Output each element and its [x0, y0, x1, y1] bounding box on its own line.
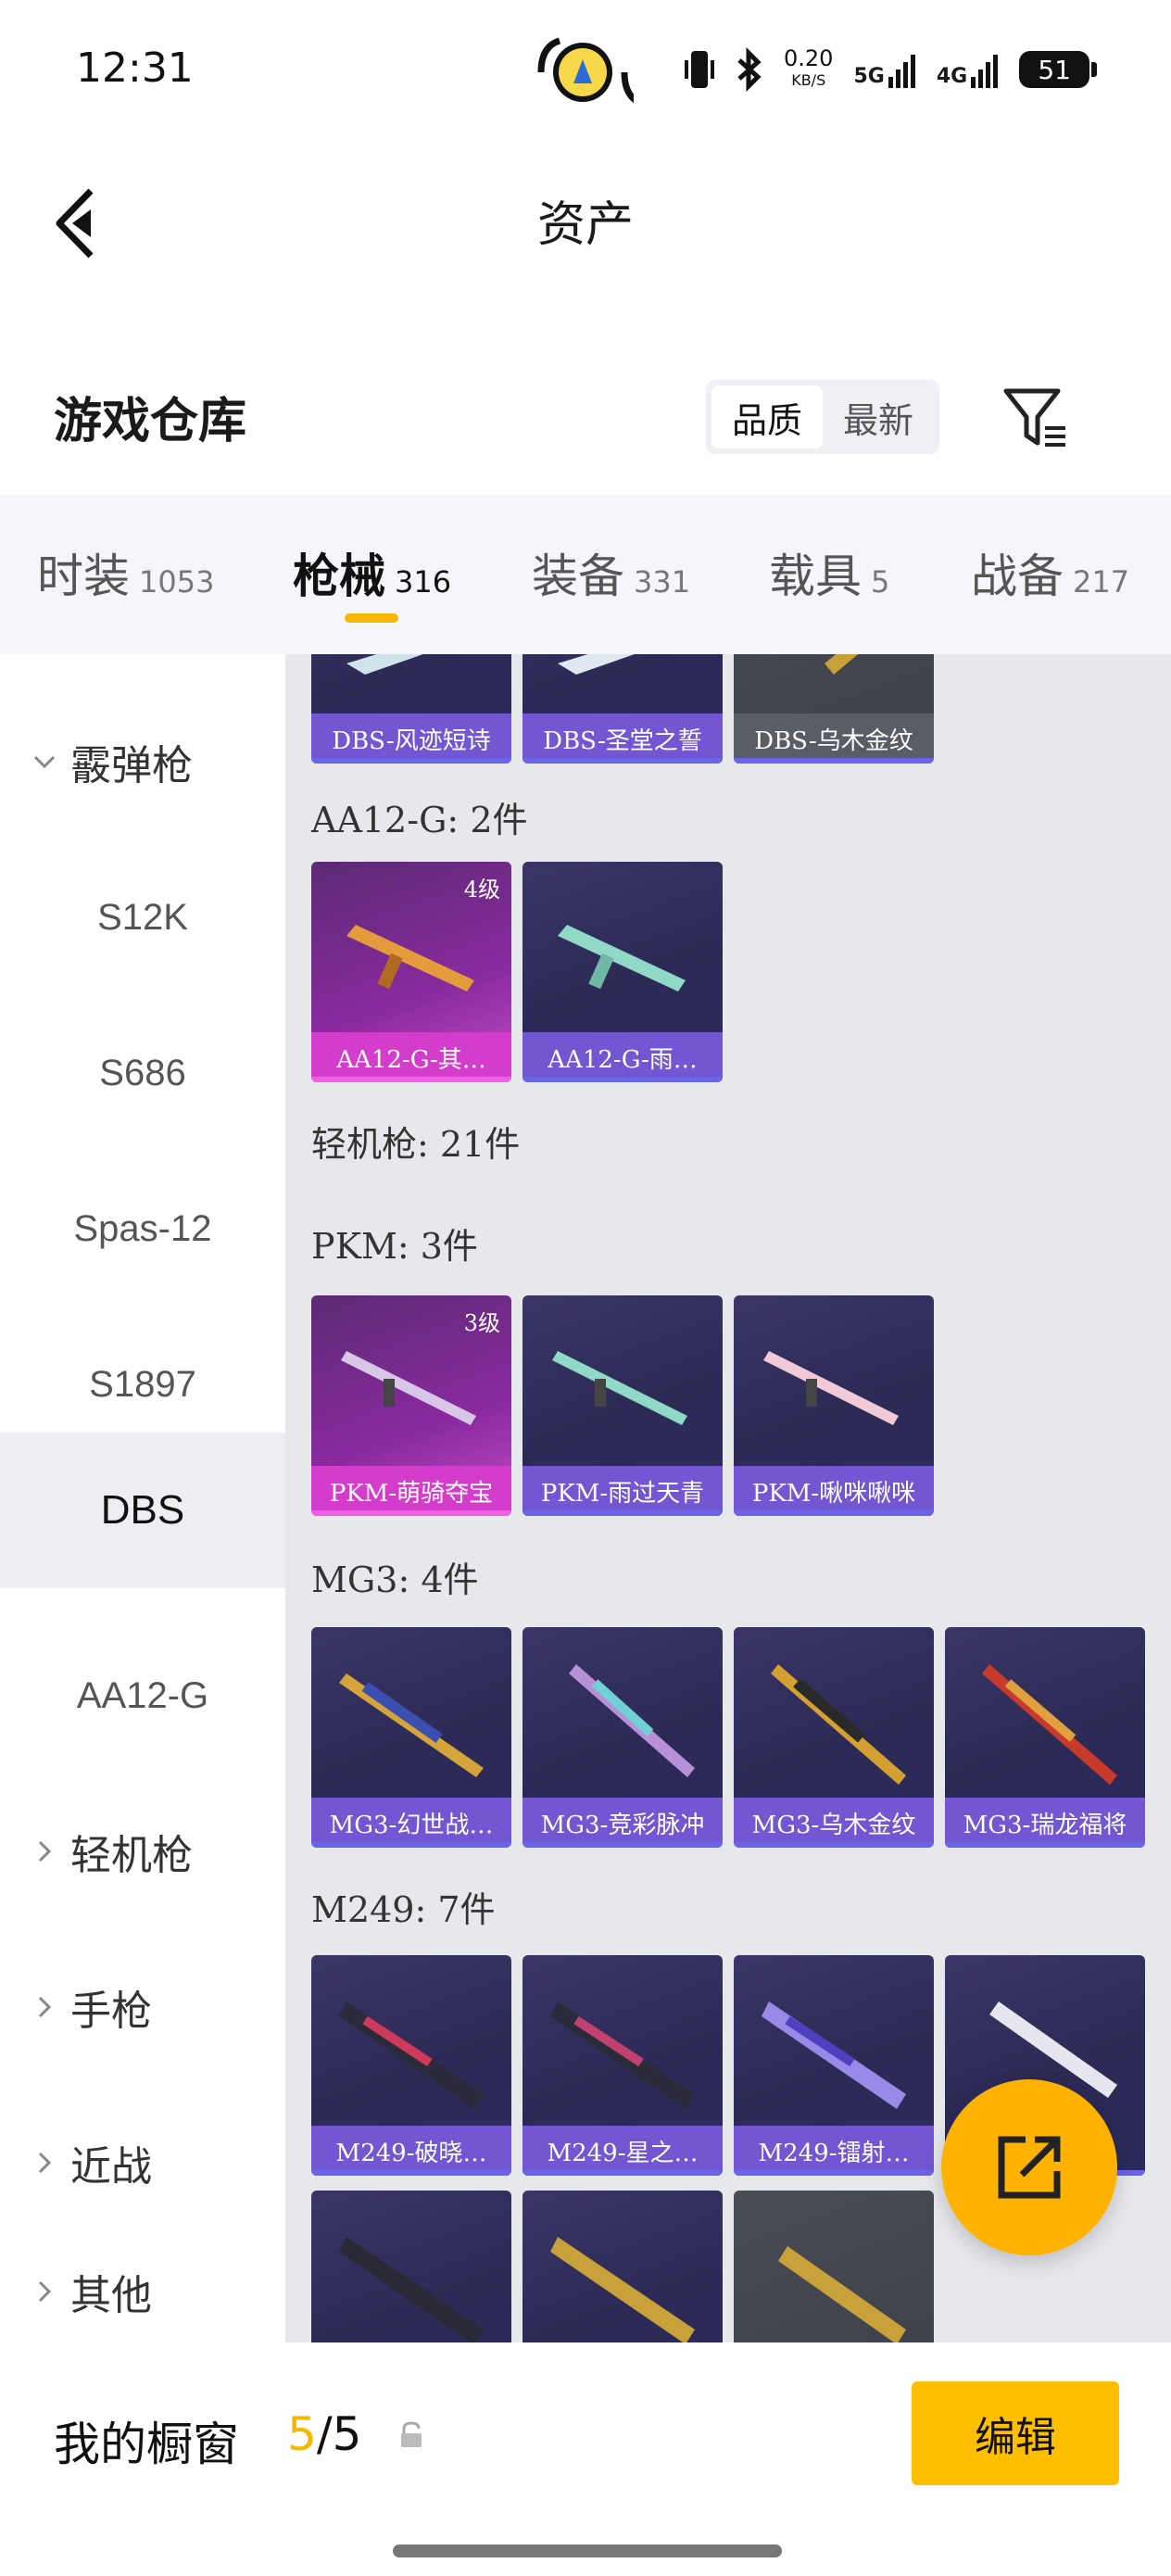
- sidebar-group-other[interactable]: 其他: [0, 2241, 285, 2342]
- chevron-right-icon: [38, 1840, 52, 1863]
- home-indicator: [393, 2544, 782, 2557]
- section-label-lmg: 轻机枪: 21件: [311, 1124, 521, 1165]
- net-speed: 0.20 KB/S: [784, 45, 834, 89]
- signal-bars-icon: [888, 55, 915, 88]
- app-badge-icon: [537, 37, 634, 103]
- weapon-card[interactable]: 4级 AA12-G-其…: [311, 862, 511, 1082]
- sidebar-group-pistol[interactable]: 手枪: [0, 1929, 285, 2085]
- category-tabs: 时装 1053 枪械 316 装备 331 载具 5 战备 217: [0, 495, 1171, 654]
- rifle-icon: [558, 925, 686, 991]
- warehouse-title: 游戏仓库: [54, 393, 247, 449]
- weapon-card[interactable]: MG3-瑞龙福将: [945, 1627, 1145, 1848]
- weapon-card[interactable]: [523, 2191, 723, 2342]
- machine-gun-icon: [550, 2237, 695, 2342]
- machine-gun-icon: [550, 2001, 695, 2109]
- tab-vehicles[interactable]: 载具 5: [769, 539, 889, 606]
- section-label-mg3: MG3: 4件: [311, 1559, 479, 1600]
- showcase-label: 我的橱窗: [54, 2418, 239, 2471]
- weapon-card[interactable]: PKM-啾咪啾咪: [734, 1295, 934, 1516]
- machine-gun-icon: [339, 1673, 484, 1777]
- weapon-card[interactable]: [311, 2191, 511, 2342]
- sidebar-item-s686[interactable]: S686: [0, 995, 285, 1151]
- weapon-card[interactable]: MG3-乌木金纹: [734, 1627, 934, 1848]
- weapon-card[interactable]: [734, 2191, 934, 2342]
- chevron-right-icon: [38, 2280, 52, 2303]
- showcase-count: 5/5: [287, 2407, 362, 2461]
- machine-gun-icon: [552, 1351, 687, 1425]
- weapon-card[interactable]: AA12-G-雨…: [523, 862, 723, 1082]
- rifle-icon: [825, 654, 859, 675]
- weapon-card[interactable]: PKM-雨过天青: [523, 1295, 723, 1516]
- chevron-right-icon: [38, 2152, 52, 2174]
- machine-gun-icon: [339, 2001, 484, 2109]
- weapon-card[interactable]: DBS-风迹短诗: [311, 654, 511, 764]
- rifle-icon: [346, 925, 474, 991]
- sidebar-item-s12k[interactable]: S12K: [0, 840, 285, 995]
- edit-button[interactable]: 编辑: [912, 2381, 1119, 2485]
- tab-fashion[interactable]: 时装 1053: [37, 539, 214, 606]
- sidebar-group-melee[interactable]: 近战: [0, 2085, 285, 2241]
- weapon-card[interactable]: 3级 PKM-萌骑夺宝: [311, 1295, 511, 1516]
- tab-equipment[interactable]: 装备 331: [532, 539, 690, 606]
- section-label-aa12g: AA12-G: 2件: [311, 800, 528, 840]
- filter-icon[interactable]: [1002, 385, 1069, 450]
- sidebar-item-aa12g[interactable]: AA12-G: [0, 1618, 285, 1774]
- chevron-down-icon: [33, 755, 56, 769]
- weapon-sidebar: 霰弹枪 S12K S686 Spas-12 S1897 DBS AA12-G 轻…: [0, 654, 285, 2342]
- rifle-icon: [346, 654, 423, 675]
- machine-gun-icon: [569, 1664, 695, 1777]
- showcase-bar: 我的橱窗 5/5 编辑: [0, 2342, 1171, 2576]
- status-icons: 0.20 KB/S 5G 4G 51: [684, 37, 1098, 102]
- section-label-m249: M249: 7件: [311, 1889, 496, 1930]
- status-time: 12:31: [76, 44, 194, 92]
- share-icon: [998, 2136, 1061, 2199]
- status-bar: 12:31 0.20 KB/S 5G 4G 51: [0, 0, 1171, 139]
- sidebar-item-dbs[interactable]: DBS: [0, 1433, 285, 1588]
- weapon-card[interactable]: DBS-乌木金纹: [734, 654, 934, 764]
- machine-gun-icon: [778, 2246, 906, 2342]
- sidebar-item-spas12[interactable]: Spas-12: [0, 1151, 285, 1307]
- weapon-card[interactable]: M249-镭射…: [734, 1955, 934, 2176]
- sort-quality[interactable]: 品质: [711, 385, 823, 448]
- bluetooth-icon: [737, 47, 762, 92]
- weapon-card[interactable]: M249-星之…: [523, 1955, 723, 2176]
- sidebar-group-lmg[interactable]: 轻机枪: [0, 1774, 285, 1929]
- weapon-card[interactable]: MG3-幻世战…: [311, 1627, 511, 1848]
- machine-gun-icon: [341, 1351, 476, 1425]
- vibrate-icon: [685, 51, 714, 88]
- machine-gun-icon: [762, 2001, 906, 2109]
- signal-4g: 4G: [937, 51, 999, 88]
- machine-gun-icon: [771, 1664, 906, 1785]
- page-title: 资产: [536, 197, 634, 253]
- weapon-card[interactable]: DBS-圣堂之誓: [523, 654, 723, 764]
- sidebar-group-shotgun[interactable]: 霰弹枪: [0, 684, 285, 840]
- share-fab[interactable]: [941, 2079, 1117, 2255]
- tab-weapons[interactable]: 枪械 316: [293, 539, 451, 606]
- machine-gun-icon: [763, 1351, 899, 1425]
- machine-gun-icon: [982, 1664, 1117, 1785]
- tab-supplies[interactable]: 战备 217: [971, 539, 1129, 606]
- section-label-pkm: PKM: 3件: [311, 1226, 478, 1267]
- weapon-card[interactable]: M249-破晓…: [311, 1955, 511, 2176]
- chevron-right-icon: [38, 1996, 52, 2018]
- rifle-icon: [558, 654, 635, 675]
- signal-5g: 5G: [853, 51, 915, 88]
- battery-icon: 51: [1019, 51, 1098, 88]
- machine-gun-icon: [339, 2237, 484, 2342]
- weapon-card[interactable]: MG3-竞彩脉冲: [523, 1627, 723, 1848]
- signal-bars-icon: [971, 55, 999, 88]
- sort-latest[interactable]: 最新: [823, 385, 934, 448]
- lock-icon: [401, 2421, 422, 2447]
- active-tab-indicator: [345, 613, 398, 623]
- sort-toggle: 品质 最新: [706, 380, 939, 454]
